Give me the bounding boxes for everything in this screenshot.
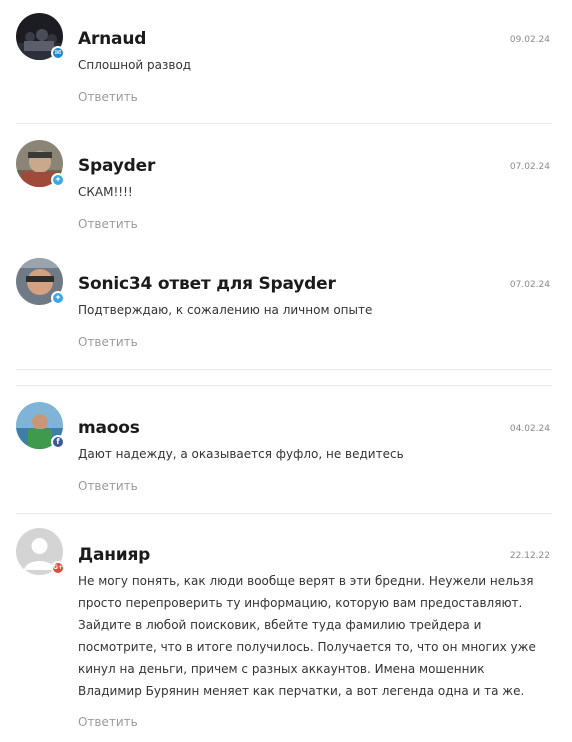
reply-button[interactable]: Ответить [78,217,138,231]
comment-date: 22.12.22 [509,551,550,561]
twitter-icon: ✦ [51,173,65,187]
divider [16,385,552,386]
comment-date: 04.02.24 [509,424,550,434]
comment-date: 07.02.24 [509,162,550,172]
comment-author[interactable]: Spayder [78,156,155,176]
comment-author[interactable]: Данияр [78,545,150,565]
avatar[interactable]: ✦ [16,140,65,187]
comment-date: 07.02.24 [509,280,550,290]
comment-author[interactable]: maoos [78,418,140,438]
divider [16,369,552,370]
email-icon: ✉ [51,46,65,60]
avatar[interactable]: ✦ [16,258,65,305]
facebook-icon: f [51,435,65,449]
divider [16,123,552,124]
comment-author[interactable]: Arnaud [78,29,146,49]
comment-text: Не могу понять, как люди вообще верят в … [78,574,536,698]
google-plus-icon: G+ [51,561,65,575]
reply-button[interactable]: Ответить [78,90,138,104]
comment-author[interactable]: Sonic34 ответ для Spayder [78,274,336,294]
divider [16,513,552,514]
comment-text: Сплошной развод [78,58,192,72]
comment-text: Подтверждаю, к сожалению на личном опыте [78,303,373,317]
reply-button[interactable]: Ответить [78,715,138,729]
comment-text: СКАМ!!!! [78,185,133,199]
reply-button[interactable]: Ответить [78,479,138,493]
comment-text: Дают надежду, а оказывается фуфло, не ве… [78,447,404,461]
comment-date: 09.02.24 [509,35,550,45]
avatar[interactable]: ✉ [16,13,65,60]
avatar[interactable]: G+ [16,528,65,575]
avatar[interactable]: f [16,402,65,449]
reply-button[interactable]: Ответить [78,335,138,349]
twitter-icon: ✦ [51,291,65,305]
